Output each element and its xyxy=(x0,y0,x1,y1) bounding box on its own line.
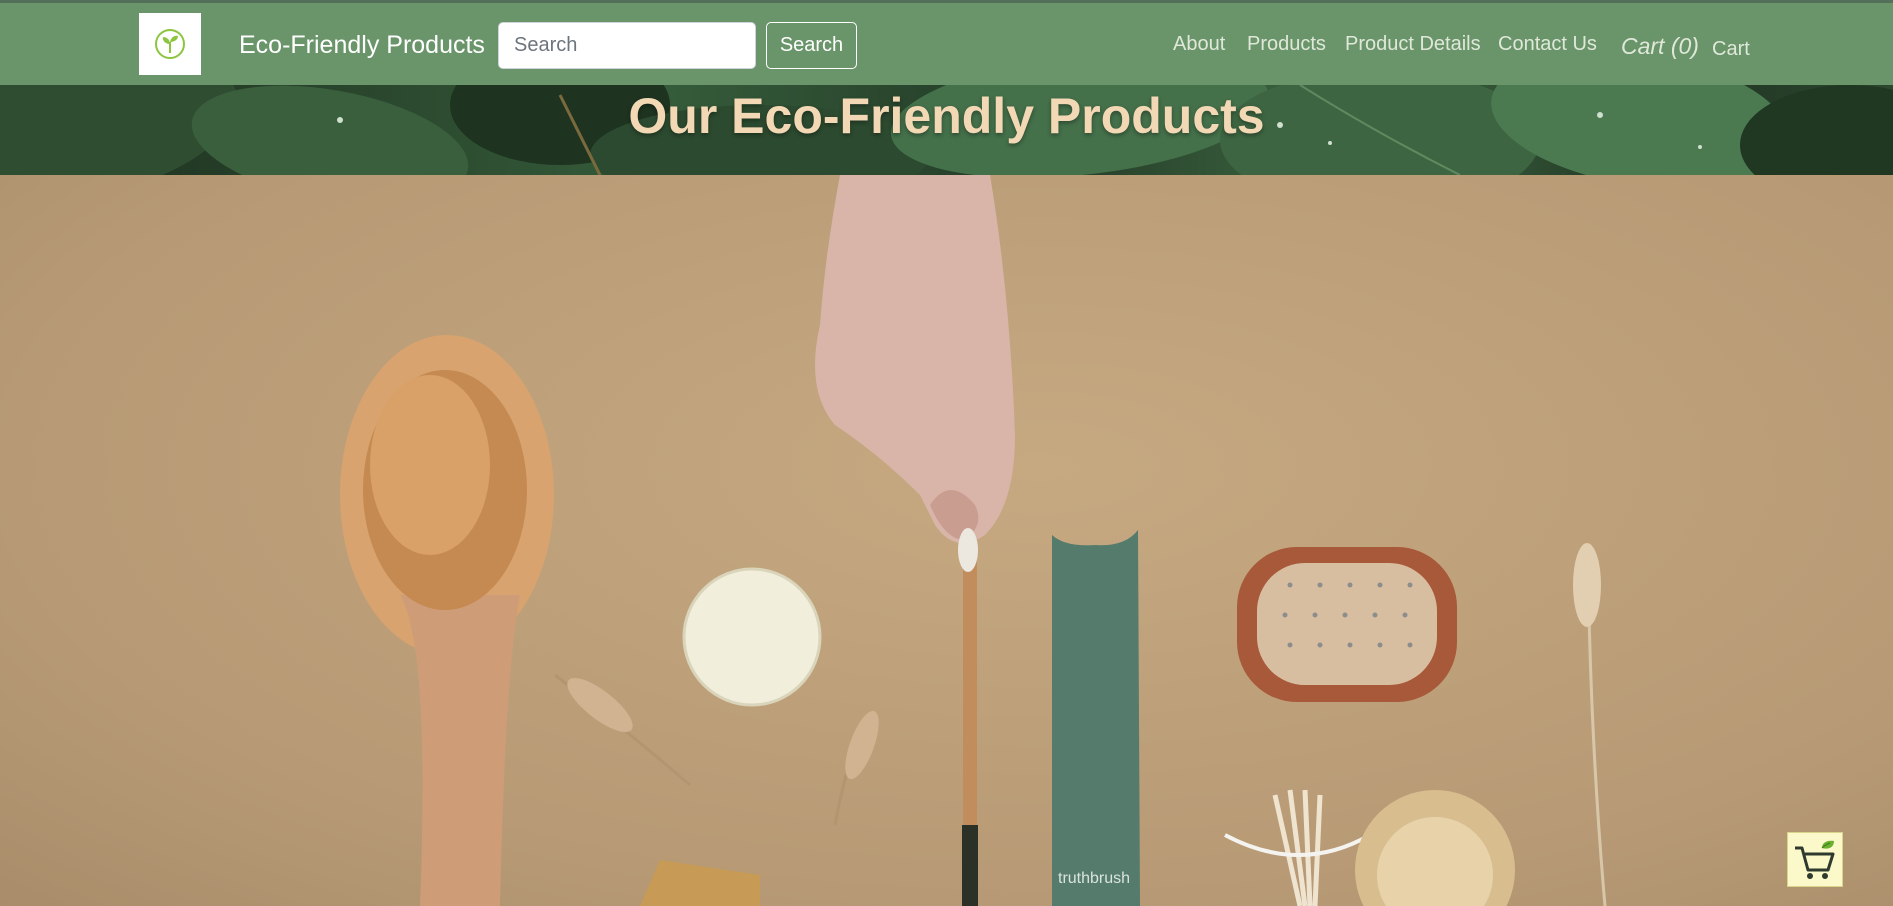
tube-brand-label: truthbrush xyxy=(1058,870,1130,887)
nav-link-about[interactable]: About xyxy=(1173,33,1225,56)
eco-products-photo: truthbrush xyxy=(340,175,1607,906)
nav-link-contact-us[interactable]: Contact Us xyxy=(1498,33,1597,56)
cart-link[interactable]: Cart xyxy=(1712,38,1750,61)
page-banner: Our Eco-Friendly Products xyxy=(0,85,1893,175)
search-button[interactable]: Search xyxy=(766,22,857,69)
nav-link-product-details[interactable]: Product Details xyxy=(1345,33,1481,56)
nav-link-products[interactable]: Products xyxy=(1247,33,1326,56)
brand-logo[interactable] xyxy=(139,13,201,75)
sprout-icon xyxy=(155,29,185,59)
shopping-cart-icon xyxy=(1795,840,1835,879)
hero-image: truthbrush xyxy=(0,175,1893,906)
floating-cart-button[interactable] xyxy=(1787,832,1843,887)
page-title: Our Eco-Friendly Products xyxy=(628,88,1265,144)
search-input[interactable] xyxy=(498,22,756,69)
top-navbar: Eco-Friendly Products Search About Produ… xyxy=(0,0,1893,85)
brand-name[interactable]: Eco-Friendly Products xyxy=(239,31,485,60)
cart-count-link[interactable]: Cart (0) xyxy=(1621,33,1699,60)
